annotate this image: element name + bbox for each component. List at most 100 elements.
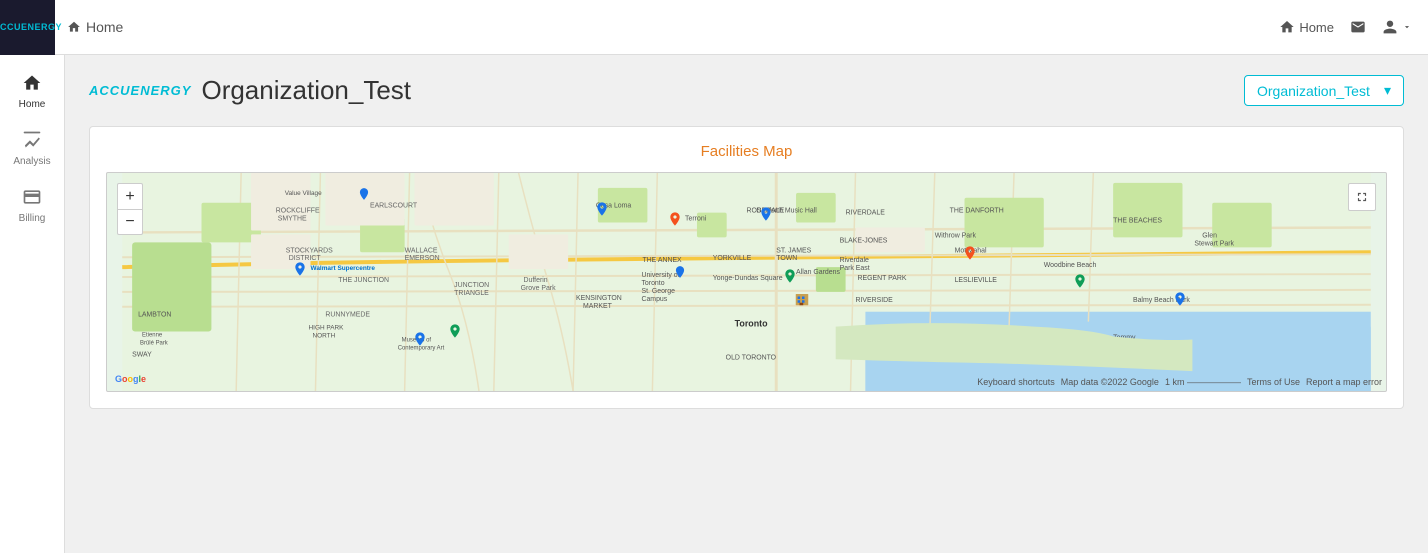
svg-text:Toronto: Toronto: [641, 280, 664, 287]
svg-text:Toronto: Toronto: [735, 319, 769, 329]
map-zoom-in-btn[interactable]: +: [117, 183, 143, 209]
dropdown-chevron-icon: ▾: [1384, 82, 1391, 99]
terms-of-use-link[interactable]: Terms of Use: [1247, 377, 1300, 387]
svg-text:RIVERSIDE: RIVERSIDE: [856, 297, 894, 304]
map-pin-terroni[interactable]: [667, 211, 683, 232]
top-nav-right: Home: [1279, 19, 1412, 35]
org-dropdown[interactable]: Organization_Test ▾: [1244, 75, 1404, 106]
svg-text:RIVERDALE: RIVERDALE: [846, 210, 886, 217]
top-home-icon: [1279, 19, 1295, 35]
page-header: ACCUENERGY Organization_Test Organizatio…: [89, 75, 1404, 106]
facilities-map-title: Facilities Map: [106, 143, 1387, 160]
svg-text:HIGH PARK: HIGH PARK: [309, 325, 345, 332]
svg-text:Yonge-Dundas Square: Yonge-Dundas Square: [713, 275, 783, 282]
map-footer: Keyboard shortcuts Map data ©2022 Google…: [977, 377, 1382, 387]
keyboard-shortcuts-link[interactable]: Keyboard shortcuts: [977, 377, 1055, 387]
svg-text:REGENT PARK: REGENT PARK: [857, 275, 906, 282]
svg-text:STOCKYARDS: STOCKYARDS: [286, 247, 333, 254]
map-container[interactable]: ROCKCLIFFE SMYTHE EARLSCOURT STOCKYARDS …: [106, 172, 1387, 392]
map-zoom-out-btn[interactable]: −: [117, 209, 143, 235]
map-pin-highpark[interactable]: [447, 323, 463, 344]
map-pin-value-village[interactable]: [357, 187, 371, 206]
home-icon: [67, 20, 81, 34]
svg-text:NORTH: NORTH: [312, 332, 335, 339]
svg-text:THE DANFORTH: THE DANFORTH: [950, 208, 1004, 215]
mail-icon: [1350, 19, 1366, 35]
page-title: Organization_Test: [201, 75, 411, 106]
report-map-error-link[interactable]: Report a map error: [1306, 377, 1382, 387]
svg-text:SMYTHE: SMYTHE: [278, 216, 307, 223]
brand-logo: ACCUENERGY: [89, 83, 191, 98]
main-layout: Home Analysis Billing ACCUENERGY Organiz…: [0, 55, 1428, 553]
google-logo: Google: [115, 374, 146, 385]
svg-text:RUNNYMEDE: RUNNYMEDE: [325, 312, 370, 319]
top-user-btn[interactable]: [1382, 19, 1412, 35]
map-pin-museum[interactable]: [412, 331, 428, 352]
svg-text:Stewart Park: Stewart Park: [1194, 240, 1234, 247]
sidebar-billing-icon: [22, 187, 42, 210]
sidebar-analysis-icon: [22, 130, 42, 153]
logo-text: ACCUENERGY: [0, 22, 62, 33]
svg-text:MARKET: MARKET: [583, 303, 613, 310]
svg-text:THE JUNCTION: THE JUNCTION: [338, 277, 389, 284]
top-navbar: ACCUENERGY Home Home: [0, 0, 1428, 55]
svg-text:Withrow Park: Withrow Park: [935, 232, 977, 239]
page-header-brand: ACCUENERGY Organization_Test: [89, 75, 1244, 106]
map-pin-allan-gardens[interactable]: [782, 268, 798, 289]
org-dropdown-label: Organization_Test: [1257, 83, 1370, 99]
svg-text:Park East: Park East: [840, 265, 870, 272]
svg-text:Glen: Glen: [1202, 232, 1217, 239]
svg-text:Grove Park: Grove Park: [521, 285, 557, 292]
fullscreen-icon: [1355, 190, 1369, 204]
sidebar: Home Analysis Billing: [0, 55, 65, 553]
sidebar-item-billing[interactable]: Billing: [0, 177, 64, 234]
svg-text:LAMBTON: LAMBTON: [138, 312, 171, 319]
svg-text:TOWN: TOWN: [776, 255, 797, 262]
svg-text:Etienne: Etienne: [142, 333, 163, 339]
map-pin-walmart[interactable]: [292, 261, 308, 282]
svg-text:Walmart Supercentre: Walmart Supercentre: [311, 265, 376, 272]
svg-text:Riverdale: Riverdale: [840, 257, 869, 264]
svg-text:Dufferin: Dufferin: [524, 277, 548, 284]
map-pin-motimahal[interactable]: [962, 245, 978, 266]
svg-text:THE BEACHES: THE BEACHES: [1113, 218, 1162, 225]
top-mail-btn[interactable]: [1350, 19, 1366, 35]
svg-text:LESLIEVILLE: LESLIEVILLE: [955, 277, 998, 284]
logo-container: ACCUENERGY: [0, 0, 55, 55]
map-pin-woodbine[interactable]: [1072, 273, 1088, 294]
top-nav-home-label: Home: [86, 19, 123, 35]
svg-text:ROCKCLIFFE: ROCKCLIFFE: [276, 208, 320, 215]
svg-text:Campus: Campus: [641, 296, 667, 303]
map-pin-building[interactable]: [792, 291, 812, 312]
map-pin-uoft[interactable]: [673, 265, 687, 284]
map-pin-balmy-beach[interactable]: [1172, 291, 1188, 312]
svg-text:KENSINGTON: KENSINGTON: [576, 295, 622, 302]
svg-text:BLAKE-JONES: BLAKE-JONES: [840, 237, 888, 244]
map-pin-danforth[interactable]: [758, 206, 774, 227]
map-zoom-controls: + −: [117, 183, 143, 235]
map-card: Facilities Map: [89, 126, 1404, 409]
content-area: ACCUENERGY Organization_Test Organizatio…: [65, 55, 1428, 553]
map-background: ROCKCLIFFE SMYTHE EARLSCOURT STOCKYARDS …: [107, 173, 1386, 391]
sidebar-home-icon: [22, 73, 42, 96]
user-chevron-icon: [1402, 22, 1412, 32]
svg-text:JUNCTION: JUNCTION: [454, 282, 489, 289]
svg-text:OLD TORONTO: OLD TORONTO: [726, 354, 777, 361]
map-pin-casa-loma[interactable]: [594, 201, 610, 222]
svg-text:Allan Gardens: Allan Gardens: [796, 269, 840, 276]
svg-text:Value Village: Value Village: [285, 190, 322, 197]
sidebar-analysis-label: Analysis: [13, 156, 50, 167]
map-fullscreen-btn[interactable]: [1348, 183, 1376, 211]
svg-text:SWAY: SWAY: [132, 351, 152, 358]
sidebar-item-analysis[interactable]: Analysis: [0, 120, 64, 177]
svg-text:St. George: St. George: [641, 288, 675, 295]
svg-text:Terroni: Terroni: [685, 216, 707, 223]
top-nav-home-btn[interactable]: Home: [1279, 19, 1334, 35]
svg-text:ST. JAMES: ST. JAMES: [776, 247, 811, 254]
sidebar-item-home[interactable]: Home: [0, 63, 64, 120]
sidebar-home-label: Home: [19, 99, 46, 110]
top-nav-home-link[interactable]: Home: [67, 19, 123, 35]
user-icon: [1382, 19, 1398, 35]
svg-text:EARLSCOURT: EARLSCOURT: [370, 203, 418, 210]
sidebar-billing-label: Billing: [19, 213, 46, 224]
